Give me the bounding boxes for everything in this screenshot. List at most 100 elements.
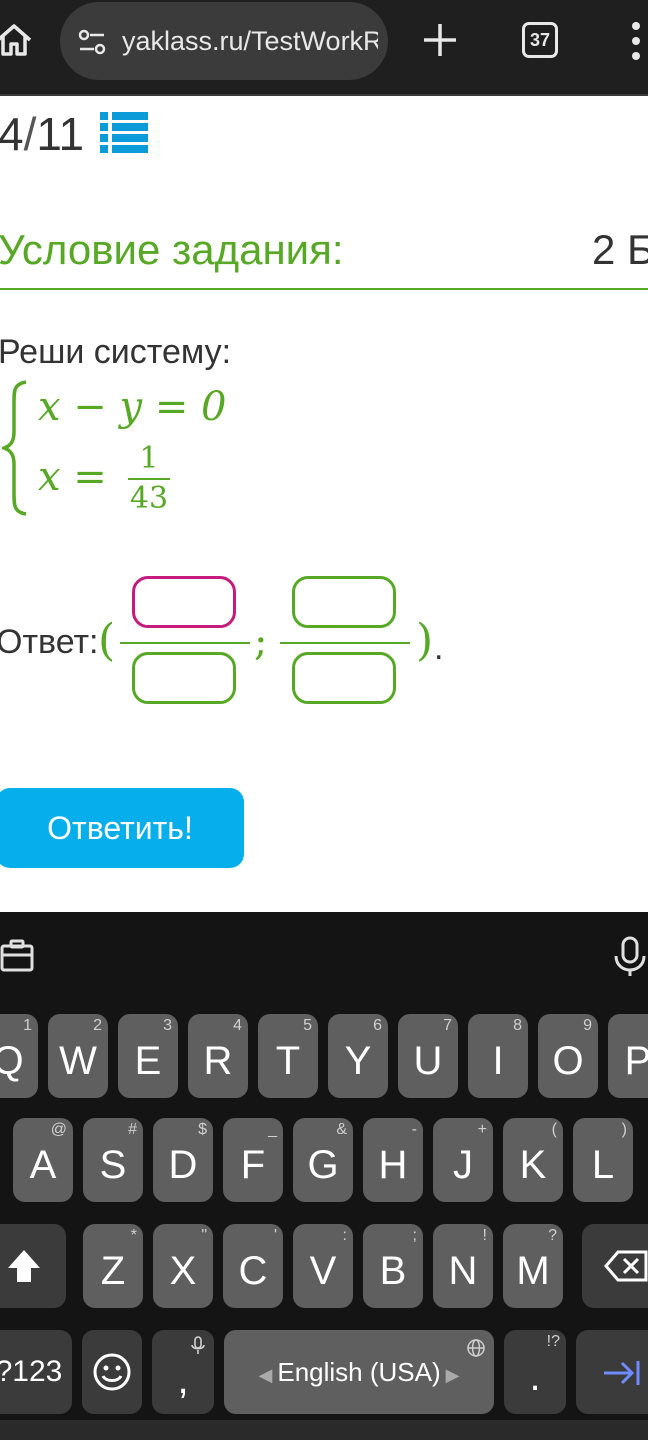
key-label: B (379, 1249, 407, 1293)
comma-key[interactable]: , (152, 1330, 214, 1414)
key-hint: @ (50, 1121, 67, 1138)
key-v[interactable]: V: (293, 1224, 353, 1308)
key-label: T (275, 1039, 301, 1083)
emoji-key[interactable] (82, 1330, 142, 1414)
x-numerator-input[interactable] (132, 576, 236, 628)
key-b[interactable]: B; (363, 1224, 423, 1308)
key-d[interactable]: D $ (153, 1118, 213, 1202)
fraction-denominator: 43 (129, 481, 169, 516)
question-counter: 4/11 (0, 104, 84, 164)
key-label: G (307, 1143, 339, 1187)
period-label: . (529, 1355, 541, 1399)
key-g[interactable]: G & (293, 1118, 353, 1202)
space-key[interactable]: ◀ English (USA) ▶ (224, 1330, 494, 1414)
key-label: Y (344, 1039, 372, 1083)
key-label: A (29, 1143, 57, 1187)
key-y[interactable]: Y6 (328, 1014, 388, 1098)
key-hint: ? (548, 1227, 557, 1244)
enter-key[interactable] (576, 1330, 648, 1414)
address-bar[interactable]: yaklass.ru/TestWorkR (60, 2, 388, 80)
key-x[interactable]: X " (153, 1224, 213, 1308)
url-text: yaklass.ru/TestWorkR (122, 26, 378, 56)
key-label: S (99, 1143, 127, 1187)
key-label: L (591, 1143, 615, 1187)
key-hint: 6 (373, 1017, 382, 1034)
backspace-icon (604, 1250, 648, 1282)
key-label: O (552, 1039, 584, 1083)
language-right-arrow-icon: ▶ (440, 1365, 460, 1385)
space-key-label: English (USA) (277, 1357, 441, 1387)
shift-key[interactable] (0, 1224, 66, 1308)
y-numerator-input[interactable] (292, 576, 396, 628)
new-tab-icon[interactable] (420, 20, 460, 60)
x-denominator-input[interactable] (132, 652, 236, 704)
answer-period: . (434, 629, 444, 667)
more-menu-icon[interactable] (626, 20, 646, 62)
key-label: P (624, 1039, 648, 1083)
shift-icon (8, 1250, 40, 1282)
key-j[interactable]: J + (433, 1118, 493, 1202)
key-hint: : (342, 1227, 347, 1244)
site-settings-icon[interactable] (76, 26, 108, 58)
equation-system: x − y = 0 x = 1 43 (0, 380, 260, 520)
key-k[interactable]: K( (503, 1118, 563, 1202)
next-field-icon (604, 1361, 640, 1385)
microphone-icon[interactable] (612, 936, 648, 976)
key-hint: ; (412, 1227, 417, 1244)
question-list-icon[interactable] (100, 112, 148, 154)
key-hint: 7 (443, 1017, 452, 1034)
clipboard-icon[interactable] (0, 938, 36, 974)
symbols-key[interactable]: ?123 (0, 1330, 72, 1414)
navigation-bar (0, 1420, 648, 1440)
key-label: D (168, 1143, 198, 1187)
submit-button[interactable]: Ответить! (0, 788, 244, 868)
key-n[interactable]: N! (433, 1224, 493, 1308)
emoji-icon (93, 1353, 131, 1391)
key-q[interactable]: Q1 (0, 1014, 38, 1098)
period-key[interactable]: . !? (504, 1330, 566, 1414)
condition-divider (0, 288, 648, 290)
key-h[interactable]: H- (363, 1118, 423, 1202)
x-fraction-bar (120, 642, 250, 644)
equation-2-left: x = (38, 454, 107, 500)
condition-title: Условие задания: (0, 226, 344, 273)
key-hint: $ (198, 1121, 207, 1138)
key-hint: 9 (583, 1017, 592, 1034)
key-w[interactable]: W2 (48, 1014, 108, 1098)
tab-switcher-button[interactable]: 37 (522, 22, 558, 58)
y-denominator-input[interactable] (292, 652, 396, 704)
open-paren: ( (98, 615, 116, 666)
key-label: X (169, 1249, 197, 1293)
key-m[interactable]: M? (503, 1224, 563, 1308)
key-f[interactable]: F _ (223, 1118, 283, 1202)
key-i[interactable]: I8 (468, 1014, 528, 1098)
key-hint: " (201, 1227, 207, 1244)
globe-icon (467, 1339, 485, 1357)
key-hint: + (477, 1121, 487, 1138)
key-t[interactable]: T5 (258, 1014, 318, 1098)
comma-label: , (177, 1358, 189, 1402)
key-r[interactable]: R4 (188, 1014, 248, 1098)
key-label: E (134, 1039, 162, 1083)
task-prompt: Реши систему: (0, 333, 232, 371)
key-hint: ' (273, 1227, 277, 1244)
key-e[interactable]: E3 (118, 1014, 178, 1098)
key-hint: # (128, 1121, 137, 1138)
key-z[interactable]: Z * (83, 1224, 143, 1308)
key-c[interactable]: C ' (223, 1224, 283, 1308)
key-label: W (59, 1039, 97, 1083)
key-hint: 2 (93, 1017, 102, 1034)
y-fraction-bar (280, 642, 410, 644)
key-u[interactable]: U7 (398, 1014, 458, 1098)
key-a[interactable]: A @ (13, 1118, 73, 1202)
backspace-key[interactable] (582, 1224, 648, 1308)
key-label: U (413, 1039, 443, 1083)
home-icon[interactable] (0, 20, 34, 60)
points-value: 2 Б. (592, 226, 648, 273)
on-screen-keyboard: Q1W2E3R4T5Y6U7I8O9P0 A@S#D$F_G&H-J+K(L) … (0, 912, 648, 1440)
answer-label: Ответ: (0, 623, 99, 661)
key-l[interactable]: L) (573, 1118, 633, 1202)
key-o[interactable]: O9 (538, 1014, 598, 1098)
key-p[interactable]: P0 (608, 1014, 648, 1098)
key-s[interactable]: S # (83, 1118, 143, 1202)
